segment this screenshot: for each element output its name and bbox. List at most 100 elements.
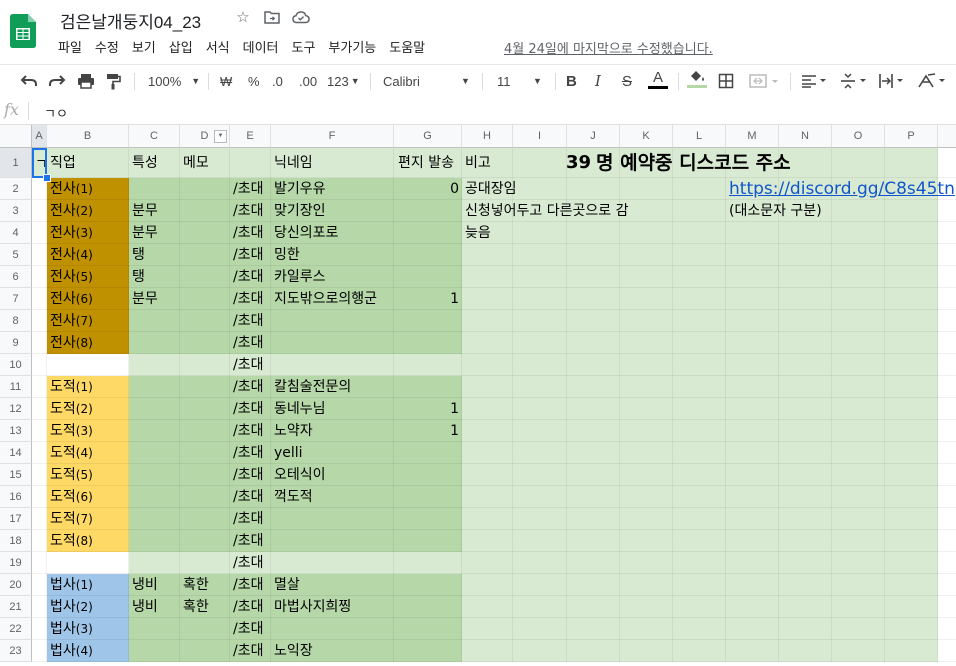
- menu-tools[interactable]: 도구: [292, 37, 316, 56]
- cell-trait[interactable]: 탱: [129, 244, 145, 266]
- cell-nickname-header[interactable]: 닉네임: [271, 148, 313, 178]
- cell-nickname[interactable]: 칼침술전문의: [271, 376, 351, 398]
- cell-letter-header[interactable]: 편지 발송: [394, 148, 462, 178]
- column-header-f[interactable]: F: [271, 125, 394, 148]
- zoom-select[interactable]: 100% ▼: [148, 70, 200, 92]
- cell-job[interactable]: 도적(4): [47, 442, 93, 464]
- cell-invite-command[interactable]: /초대: [230, 178, 263, 200]
- bold-button[interactable]: B: [566, 70, 577, 92]
- row-header-9[interactable]: 9: [0, 332, 32, 354]
- menu-format[interactable]: 서식: [206, 37, 230, 56]
- undo-icon[interactable]: [20, 70, 38, 92]
- row-header-13[interactable]: 13: [0, 420, 32, 442]
- column-header-i[interactable]: I: [513, 125, 567, 148]
- cell-invite-command[interactable]: /초대: [230, 464, 263, 486]
- select-all-corner[interactable]: [0, 125, 32, 148]
- cell-letter-count[interactable]: 0: [394, 178, 462, 200]
- cell-note-header[interactable]: 비고: [462, 148, 491, 178]
- cell-job[interactable]: 전사(7): [47, 310, 93, 332]
- cell-letter-count[interactable]: 1: [394, 420, 462, 442]
- column-header-o[interactable]: O: [832, 125, 885, 148]
- cell-invite-command[interactable]: /초대: [230, 310, 263, 332]
- column-header-m[interactable]: M: [726, 125, 779, 148]
- cell-nickname[interactable]: 맞기장인: [271, 200, 326, 222]
- text-wrap-icon[interactable]: [878, 70, 906, 92]
- column-header-h[interactable]: H: [462, 125, 513, 148]
- print-icon[interactable]: [77, 70, 95, 92]
- column-header-a[interactable]: A: [32, 125, 47, 148]
- cell-trait[interactable]: 분무: [129, 222, 158, 244]
- cell-job[interactable]: 도적(2): [47, 398, 93, 420]
- cell-invite-command[interactable]: /초대: [230, 486, 263, 508]
- cell-invite-command[interactable]: /초대: [230, 332, 263, 354]
- cell-note[interactable]: 신청넣어두고 다른곳으로 감: [462, 200, 628, 222]
- menu-view[interactable]: 보기: [132, 37, 156, 56]
- cloud-status-icon[interactable]: [292, 8, 310, 26]
- column-header-c[interactable]: C: [129, 125, 180, 148]
- cell-trait-header[interactable]: 특성: [129, 148, 158, 178]
- row-header-22[interactable]: 22: [0, 618, 32, 640]
- cell-invite-command[interactable]: /초대: [230, 200, 263, 222]
- column-header-d[interactable]: D ▼: [180, 125, 230, 148]
- discord-link[interactable]: https://discord.gg/C8s45tn: [726, 178, 955, 200]
- column-header-p[interactable]: P: [885, 125, 938, 148]
- font-size-select[interactable]: 11 ▼: [497, 70, 542, 92]
- cell-memo[interactable]: 혹한: [180, 596, 209, 618]
- cell-job[interactable]: 법사(2): [47, 596, 93, 618]
- cell-nickname[interactable]: 발기우유: [271, 178, 326, 200]
- cell-job[interactable]: 도적(6): [47, 486, 93, 508]
- column-header-b[interactable]: B: [47, 125, 129, 148]
- row-header-16[interactable]: 16: [0, 486, 32, 508]
- cell-job[interactable]: 전사(5): [47, 266, 93, 288]
- borders-icon[interactable]: [718, 70, 734, 92]
- cell-job[interactable]: 전사(4): [47, 244, 93, 266]
- row-header-4[interactable]: 4: [0, 222, 32, 244]
- row-header-14[interactable]: 14: [0, 442, 32, 464]
- cell-job[interactable]: 전사(8): [47, 332, 93, 354]
- cell-nickname[interactable]: 당신의포로: [271, 222, 338, 244]
- cell-trait[interactable]: 냉비: [129, 574, 158, 596]
- row-header-17[interactable]: 17: [0, 508, 32, 530]
- filter-dropdown-icon[interactable]: ▼: [214, 130, 227, 143]
- cell-nickname[interactable]: 노약자: [271, 420, 313, 442]
- move-folder-icon[interactable]: [263, 8, 281, 26]
- cell-invite-command[interactable]: /초대: [230, 266, 263, 288]
- menu-edit[interactable]: 수정: [95, 37, 119, 56]
- cell-nickname[interactable]: 마법사지희찡: [271, 596, 351, 618]
- decrease-decimal-button[interactable]: .0: [272, 70, 283, 92]
- menu-file[interactable]: 파일: [58, 37, 82, 56]
- row-header-6[interactable]: 6: [0, 266, 32, 288]
- row-header-1[interactable]: 1: [0, 148, 32, 178]
- cell-nickname[interactable]: 꺽도적: [271, 486, 313, 508]
- sheets-logo-icon[interactable]: [10, 14, 36, 48]
- row-header-3[interactable]: 3: [0, 200, 32, 222]
- cell-job[interactable]: 전사(1): [47, 178, 93, 200]
- row-header-12[interactable]: 12: [0, 398, 32, 420]
- column-header-k[interactable]: K: [620, 125, 673, 148]
- number-format-select[interactable]: 123 ▼: [327, 70, 360, 92]
- redo-icon[interactable]: [48, 70, 66, 92]
- font-family-select[interactable]: Calibri ▼: [383, 70, 470, 92]
- cell-job[interactable]: 법사(3): [47, 618, 93, 640]
- menu-help[interactable]: 도움말: [389, 37, 425, 56]
- row-header-7[interactable]: 7: [0, 288, 32, 310]
- row-header-20[interactable]: 20: [0, 574, 32, 596]
- row-header-10[interactable]: 10: [0, 354, 32, 376]
- italic-button[interactable]: I: [595, 70, 601, 92]
- cell-nickname[interactable]: 멸살: [271, 574, 300, 596]
- cell-nickname[interactable]: 카일루스: [271, 266, 326, 288]
- cell-job[interactable]: 전사(2): [47, 200, 93, 222]
- text-color-button[interactable]: A: [648, 70, 668, 92]
- cell-invite-command[interactable]: /초대: [230, 530, 263, 552]
- document-title[interactable]: 검은날개둥지04_23: [60, 8, 201, 33]
- row-header-15[interactable]: 15: [0, 464, 32, 486]
- cell-invite-command[interactable]: /초대: [230, 376, 263, 398]
- cell-trait[interactable]: 냉비: [129, 596, 158, 618]
- cell-nickname[interactable]: 지도밖으로의행군: [271, 288, 377, 310]
- row-header-19[interactable]: 19: [0, 552, 32, 574]
- align-left-icon[interactable]: [801, 70, 827, 92]
- cell-invite-command[interactable]: /초대: [230, 244, 263, 266]
- row-header-21[interactable]: 21: [0, 596, 32, 618]
- cell-trait[interactable]: 탱: [129, 266, 145, 288]
- cell-invite-command[interactable]: /초대: [230, 508, 263, 530]
